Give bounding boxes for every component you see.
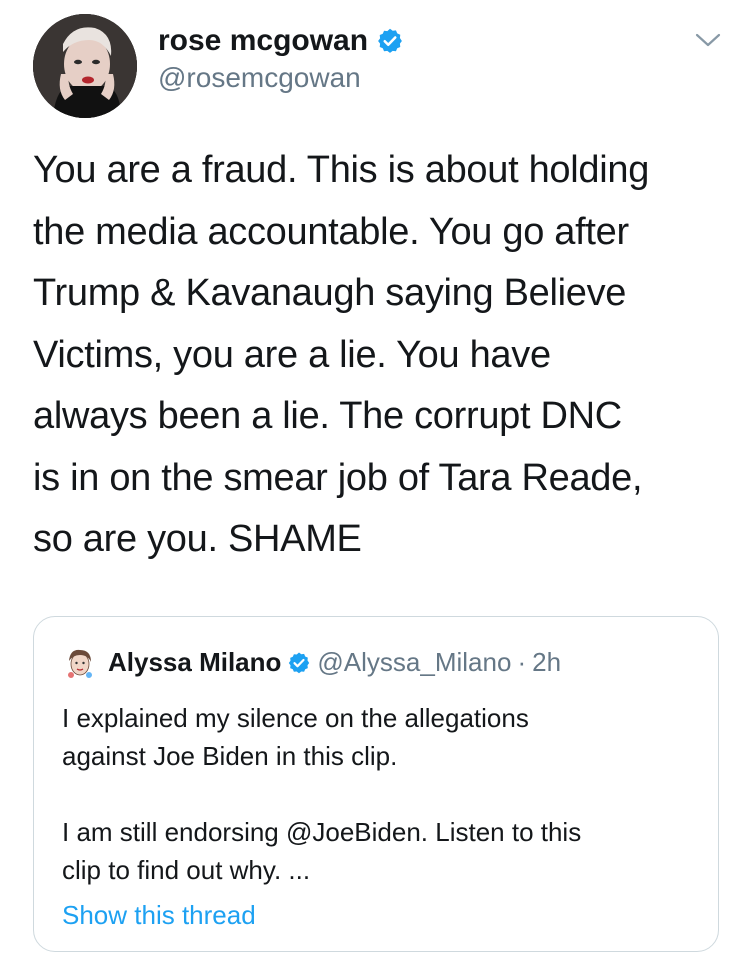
quoted-verified-badge-icon (287, 651, 311, 675)
quoted-separator: · (517, 647, 527, 677)
tweet: rose mcgowan @rosemcgowan You are a frau… (0, 0, 752, 960)
quoted-header: Alyssa Milano @Alyssa_Milano · 2h (108, 647, 561, 678)
chevron-down-icon[interactable] (694, 30, 722, 50)
verified-badge-icon (376, 27, 404, 55)
quoted-handle[interactable]: @Alyssa_Milano (317, 647, 511, 678)
show-thread-link[interactable]: Show this thread (62, 899, 256, 931)
author-name-row: rose mcgowan (158, 24, 404, 58)
tweet-text: You are a fraud. This is about holding t… (33, 149, 650, 560)
quoted-display-name[interactable]: Alyssa Milano (108, 647, 281, 678)
quoted-timestamp[interactable]: 2h (532, 647, 561, 678)
avatar-photo (33, 14, 137, 118)
quoted-avatar (62, 645, 98, 681)
author-handle[interactable]: @rosemcgowan (158, 62, 361, 94)
quoted-tweet-card[interactable]: Alyssa Milano @Alyssa_Milano · 2h I expl… (33, 616, 719, 952)
display-name[interactable]: rose mcgowan (158, 24, 368, 58)
avatar[interactable] (33, 14, 137, 118)
quoted-text: I explained my silence on the allegation… (62, 703, 582, 885)
